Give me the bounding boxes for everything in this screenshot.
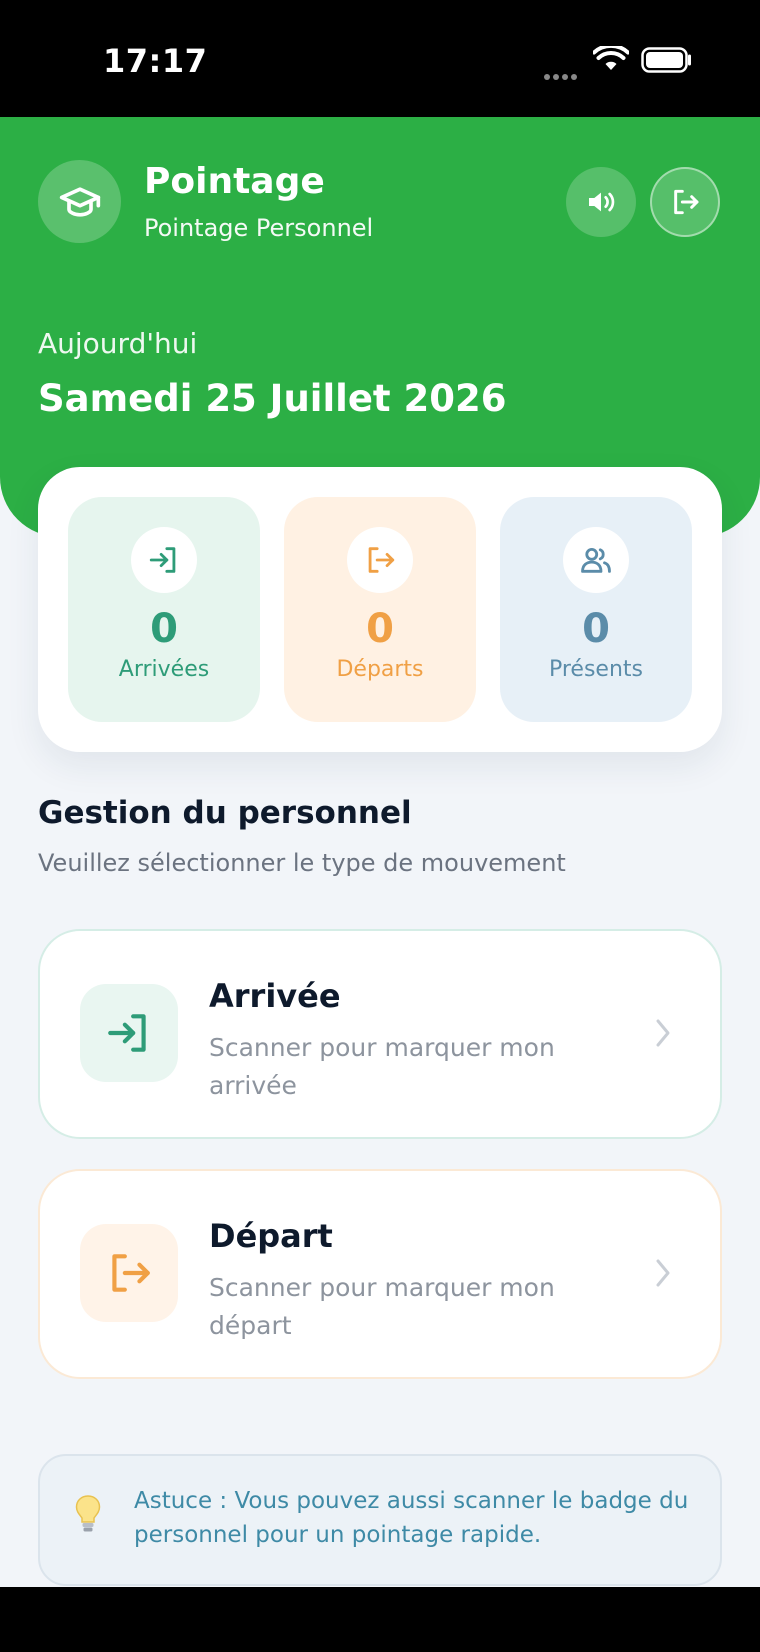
- stat-value: 0: [150, 606, 178, 652]
- users-icon: [581, 547, 611, 573]
- chevron-right-icon: [656, 1019, 670, 1047]
- arrival-description: Scanner pour marquer mon arrivée: [209, 1033, 555, 1100]
- stats-card: 0 Arrivées 0 Départs 0 Présents: [38, 467, 722, 752]
- section-title: Gestion du personnel: [38, 795, 412, 831]
- section-subtitle: Veuillez sélectionner le type de mouveme…: [38, 849, 566, 877]
- departure-card[interactable]: Départ Scanner pour marquer mon départ: [38, 1169, 722, 1379]
- sound-button[interactable]: [566, 167, 636, 237]
- speaker-icon: [589, 192, 615, 212]
- arrival-card[interactable]: Arrivée Scanner pour marquer mon arrivée: [38, 929, 722, 1139]
- stat-departures: 0 Départs: [284, 497, 476, 722]
- login-icon: [149, 547, 176, 573]
- today-label: Aujourd'hui: [38, 327, 198, 360]
- status-bar: 17:17: [0, 0, 760, 117]
- stat-label: Départs: [336, 657, 424, 682]
- app-subtitle: Pointage Personnel: [144, 214, 374, 242]
- logout-icon: [112, 1254, 150, 1292]
- graduation-cap-icon: [59, 186, 100, 217]
- stat-icon-circle: [131, 527, 197, 593]
- departure-icon-box: [80, 1224, 178, 1322]
- login-icon: [108, 1014, 146, 1052]
- departure-description: Scanner pour marquer mon départ: [209, 1273, 555, 1340]
- logout-icon: [368, 547, 395, 573]
- tip-box: Astuce : Vous pouvez aussi scanner le ba…: [38, 1454, 722, 1586]
- status-time: 17:17: [103, 42, 208, 80]
- wifi-icon: [593, 46, 629, 70]
- battery-icon: [641, 47, 691, 73]
- lightbulb-icon: [75, 1495, 101, 1532]
- stat-label: Arrivées: [118, 657, 210, 682]
- arrival-title: Arrivée: [209, 977, 341, 1015]
- app-screen: Pointage Pointage Personnel Aujourd'hui …: [0, 117, 760, 1587]
- logout-icon: [674, 189, 699, 215]
- signal-icon: [544, 65, 580, 84]
- stat-arrivals: 0 Arrivées: [68, 497, 260, 722]
- app-logo: [38, 160, 121, 243]
- today-date: Samedi 25 Juillet 2026: [38, 377, 507, 420]
- stat-label: Présents: [548, 657, 643, 682]
- app-title: Pointage: [144, 161, 325, 202]
- stat-value: 0: [582, 606, 610, 652]
- stat-present: 0 Présents: [500, 497, 692, 722]
- tip-text: Astuce : Vous pouvez aussi scanner le ba…: [134, 1488, 689, 1548]
- stat-icon-circle: [347, 527, 413, 593]
- chevron-right-icon: [656, 1259, 670, 1287]
- stat-icon-circle: [563, 527, 629, 593]
- stat-value: 0: [366, 606, 394, 652]
- bottom-bar: [0, 1587, 760, 1652]
- arrival-icon-box: [80, 984, 178, 1082]
- logout-button[interactable]: [650, 167, 720, 237]
- departure-title: Départ: [209, 1217, 333, 1255]
